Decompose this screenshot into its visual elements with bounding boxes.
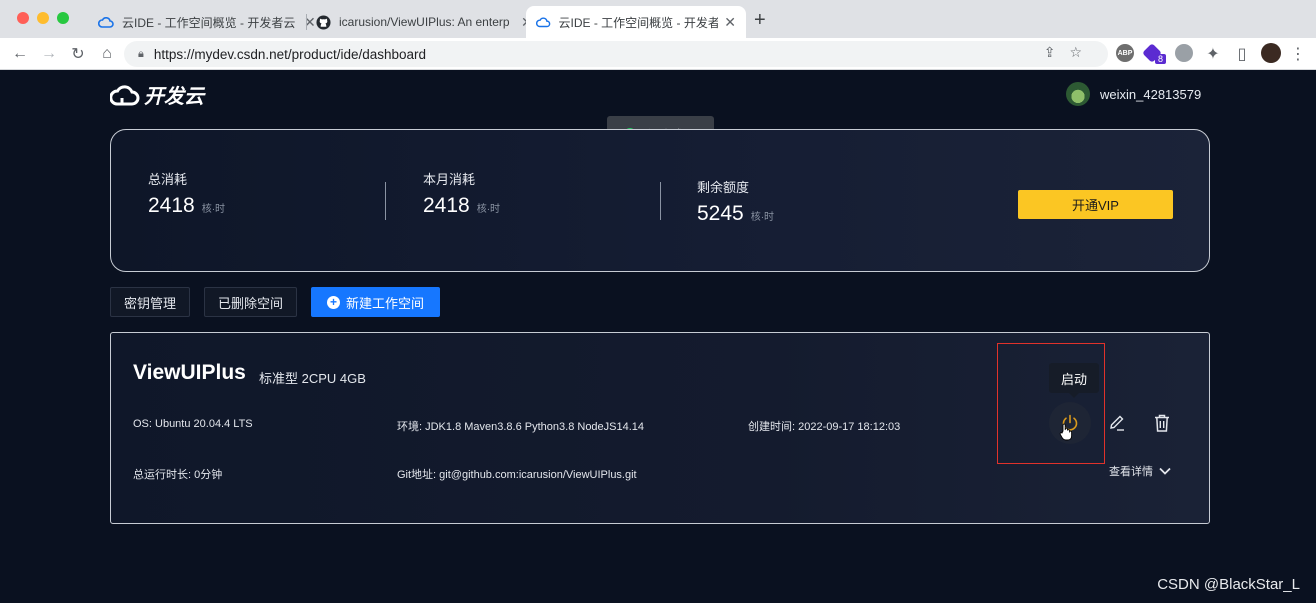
puzzle-extensions-icon[interactable]: ✦: [1202, 43, 1224, 65]
stat-label: 本月消耗: [423, 172, 476, 187]
workspace-spec: 标准型 2CPU 4GB: [259, 371, 366, 386]
stat-month: 本月消耗 2418 核·时: [423, 169, 500, 218]
stat-label: 剩余额度: [697, 180, 750, 195]
new-workspace-label: 新建工作空间: [345, 295, 424, 311]
key-management-button[interactable]: 密钥管理: [110, 287, 190, 317]
hand-cursor-icon: [1059, 423, 1073, 441]
close-window-button[interactable]: [17, 12, 29, 24]
chevron-down-icon: [1159, 467, 1171, 475]
tab-title: 云IDE - 工作空间概览 - 开发者云: [122, 15, 296, 30]
cloud-logo-icon: [110, 84, 140, 105]
stat-unit: 核·时: [750, 212, 775, 223]
side-panel-icon[interactable]: ▯: [1231, 43, 1253, 65]
csdn-watermark: CSDN @BlackStar_L: [1157, 576, 1300, 593]
username: weixin_42813579: [1100, 86, 1202, 102]
dashboard-page: 开发云 weixin_42813579 ✓ 创建成功 总消耗 2418核·时 本…: [0, 70, 1316, 603]
tab-title: 云IDE - 工作空间概览 - 开发者云: [558, 15, 719, 30]
extension-badge: 8: [1155, 54, 1167, 64]
view-details-label: 查看详情: [1109, 466, 1153, 478]
edit-icon: [1110, 415, 1124, 431]
delete-workspace-button[interactable]: [1151, 412, 1173, 434]
browser-toolbar: ← → ↻ ⌂ 🔒︎ https://mydev.csdn.net/produc…: [0, 38, 1316, 70]
stat-label: 总消耗: [148, 172, 188, 187]
back-arrow-icon[interactable]: ←: [9, 43, 31, 65]
home-icon[interactable]: ⌂: [96, 43, 118, 65]
plus-circle-icon: +: [326, 295, 340, 309]
profile-avatar[interactable]: [1261, 43, 1281, 63]
browser-tab-3[interactable]: 云IDE - 工作空间概览 - 开发者云 ✕: [526, 6, 746, 38]
trash-icon: [1155, 414, 1169, 432]
url-text: https://mydev.csdn.net/product/ide/dashb…: [153, 46, 427, 62]
address-bar[interactable]: 🔒︎ https://mydev.csdn.net/product/ide/da…: [124, 41, 1108, 67]
github-icon: [316, 14, 331, 30]
workspace-os: OS: Ubuntu 20.04.4 LTS: [133, 418, 253, 430]
browser-tab-1[interactable]: 云IDE - 工作空间概览 - 开发者云 ✕: [88, 6, 326, 38]
user-menu[interactable]: weixin_42813579: [1066, 82, 1201, 106]
tab-title: icarusion/ViewUIPlus: An enterp: [339, 15, 510, 29]
adblock-extension-icon[interactable]: ABP: [1116, 44, 1134, 62]
divider: [385, 182, 386, 220]
open-vip-button[interactable]: 开通VIP: [1018, 190, 1173, 219]
stat-value: 2418: [423, 194, 470, 217]
start-tooltip: 启动: [1049, 363, 1099, 398]
minimize-window-button[interactable]: [37, 12, 49, 24]
logo-text: 开发云: [144, 86, 204, 108]
site-logo[interactable]: 开发云: [110, 80, 204, 109]
avatar: [1066, 82, 1090, 106]
lock-icon: 🔒︎: [138, 47, 144, 60]
stat-unit: 核·时: [201, 204, 226, 215]
stat-value: 2418: [148, 194, 195, 217]
annotation-highlight-box: [997, 343, 1105, 464]
usage-stats-card: 总消耗 2418 核·时 本月消耗 2418 核·时 剩余额度 5245 核·时 开通…: [110, 129, 1210, 272]
workspace-git-url: Git地址: git@github.com:icarusion/ViewUIPl…: [397, 469, 637, 481]
workspace-env: 环境: JDK1.8 Maven3.8.6 Python3.8 NodeJS14…: [397, 421, 645, 433]
new-tab-plus-icon[interactable]: +: [754, 9, 766, 32]
stat-remaining: 剩余额度 5245 核·时: [697, 177, 774, 226]
reload-icon[interactable]: ↻: [67, 43, 89, 65]
workspace-card: ViewUIPlus 标准型 2CPU 4GB OS: Ubuntu 20.04…: [110, 332, 1210, 524]
workspace-runtime: 总运行时长: 0分钟: [133, 469, 223, 481]
deleted-spaces-button[interactable]: 已删除空间: [204, 287, 297, 317]
menu-more-icon[interactable]: ⋮: [1287, 43, 1309, 65]
forward-arrow-icon[interactable]: →: [38, 43, 60, 65]
cloud-icon: [98, 17, 114, 28]
workspace-name: ViewUIPlus: [133, 361, 246, 384]
close-icon[interactable]: ✕: [724, 14, 736, 31]
browser-tab-bar: 云IDE - 工作空间概览 - 开发者云 ✕ icarusion/ViewUIP…: [0, 0, 1316, 38]
cloud-icon: [536, 17, 551, 28]
stat-value: 5245: [697, 202, 744, 225]
new-workspace-button[interactable]: + 新建工作空间: [311, 287, 440, 317]
share-bookmark-icons[interactable]: ⇪☆: [1044, 44, 1096, 61]
settings-extension-icon[interactable]: [1175, 44, 1193, 62]
view-details-link[interactable]: 查看详情: [1109, 463, 1171, 479]
edit-workspace-button[interactable]: [1106, 412, 1128, 434]
browser-tab-2[interactable]: icarusion/ViewUIPlus: An enterp ✕: [306, 6, 543, 38]
divider: [660, 182, 661, 220]
stat-unit: 核·时: [476, 204, 501, 215]
stat-total: 总消耗 2418 核·时: [148, 169, 225, 218]
maximize-window-button[interactable]: [57, 12, 69, 24]
workspace-created-time: 创建时间: 2022-09-17 18:12:03: [748, 421, 901, 433]
